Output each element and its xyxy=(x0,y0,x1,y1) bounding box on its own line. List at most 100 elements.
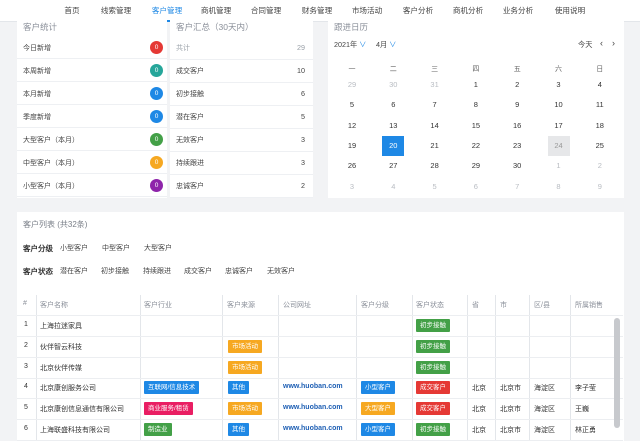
calendar-day[interactable]: 5 xyxy=(332,95,372,115)
column-header[interactable]: # xyxy=(23,300,27,307)
calendar-day[interactable]: 3 xyxy=(539,75,579,95)
calendar-day[interactable]: 18 xyxy=(580,116,620,136)
calendar-day[interactable]: 30 xyxy=(497,156,537,176)
calendar-day[interactable]: 31 xyxy=(415,75,455,95)
column-header[interactable]: 客户状态 xyxy=(416,300,444,310)
calendar-day[interactable]: 4 xyxy=(580,75,620,95)
grade-filter-option[interactable]: 大型客户 xyxy=(144,243,172,253)
status-filter-option[interactable]: 潜在客户 xyxy=(60,266,88,276)
status-filter-option[interactable]: 忠诚客户 xyxy=(225,266,253,276)
summary-row[interactable]: 成交客户 10 xyxy=(170,60,313,83)
column-header[interactable]: 市 xyxy=(500,300,507,310)
calendar-day[interactable]: 25 xyxy=(580,136,620,156)
calendar-day[interactable]: 29 xyxy=(456,156,496,176)
calendar-day[interactable]: 16 xyxy=(497,116,537,136)
calendar-day[interactable]: 12 xyxy=(332,116,372,136)
customer-name[interactable]: 北京康创服务公司 xyxy=(40,383,96,393)
stat-row[interactable]: 本月新增 0 xyxy=(17,83,167,105)
summary-row[interactable]: 无效客户 3 xyxy=(170,129,313,152)
calendar-day[interactable]: 3 xyxy=(332,177,372,197)
column-header[interactable]: 所属销售 xyxy=(575,300,603,310)
calendar-day[interactable]: 7 xyxy=(415,95,455,115)
calendar-day[interactable]: 14 xyxy=(415,116,455,136)
column-header[interactable]: 客户名称 xyxy=(40,300,68,310)
calendar-day[interactable]: 6 xyxy=(456,177,496,197)
calendar-day[interactable]: 21 xyxy=(415,136,455,156)
month-select[interactable]: 4月 ∨ xyxy=(376,40,396,50)
calendar-day[interactable]: 11 xyxy=(580,95,620,115)
calendar-day[interactable]: 13 xyxy=(373,116,413,136)
next-month-icon[interactable]: › xyxy=(612,38,615,48)
customer-name[interactable]: 上海拉迷家具 xyxy=(40,321,82,331)
day-number: 24 xyxy=(547,135,570,156)
year-select[interactable]: 2021年 ∨ xyxy=(334,40,366,50)
company-url-link[interactable]: www.huoban.com xyxy=(283,383,343,390)
column-header[interactable]: 客户行业 xyxy=(144,300,172,310)
company-url-link[interactable]: www.huoban.com xyxy=(283,404,343,411)
stat-label: 小型客户（本月） xyxy=(23,183,79,190)
customer-name[interactable]: 伙伴智云科技 xyxy=(40,342,82,352)
calendar-day[interactable]: 2 xyxy=(497,75,537,95)
prev-month-icon[interactable]: ‹ xyxy=(600,38,603,48)
calendar-day[interactable]: 4 xyxy=(373,177,413,197)
calendar-day[interactable]: 19 xyxy=(332,136,372,156)
summary-row[interactable]: 初步接触 6 xyxy=(170,83,313,106)
calendar-day[interactable]: 9 xyxy=(497,95,537,115)
row-number: 2 xyxy=(24,342,28,349)
status-filter-option[interactable]: 无效客户 xyxy=(267,266,295,276)
calendar-day[interactable]: 6 xyxy=(373,95,413,115)
stat-row[interactable]: 今日新增 0 xyxy=(17,37,167,59)
month-value: 4月 xyxy=(376,40,388,49)
grade-filter-option[interactable]: 小型客户 xyxy=(60,243,88,253)
customer-name[interactable]: 北京康创信息通信有限公司 xyxy=(40,404,124,414)
calendar-day[interactable]: 2 xyxy=(580,156,620,176)
calendar-day[interactable]: 15 xyxy=(456,116,496,136)
calendar-day[interactable]: 30 xyxy=(373,75,413,95)
summary-row[interactable]: 持续跟进 3 xyxy=(170,152,313,175)
column-header[interactable]: 区/县 xyxy=(534,300,550,310)
summary-row[interactable]: 忠诚客户 2 xyxy=(170,175,313,198)
column-header[interactable]: 公司网址 xyxy=(283,300,311,310)
stat-row[interactable]: 季度新增 0 xyxy=(17,106,167,128)
grade-filter-option[interactable]: 中型客户 xyxy=(102,243,130,253)
column-header[interactable]: 客户来源 xyxy=(227,300,255,310)
calendar-day[interactable]: 23 xyxy=(497,136,537,156)
calendar-day[interactable]: 17 xyxy=(539,116,579,136)
stat-row[interactable]: 大型客户（本月） 0 xyxy=(17,129,167,151)
status-filter-option[interactable]: 初步接触 xyxy=(101,266,129,276)
stat-label: 中型客户（本月） xyxy=(23,160,79,167)
calendar-day[interactable]: 24 xyxy=(539,135,579,156)
stat-row[interactable]: 本周新增 0 xyxy=(17,60,167,82)
column-header[interactable]: 客户分级 xyxy=(361,300,389,310)
calendar-day[interactable]: 1 xyxy=(539,156,579,176)
calendar-day[interactable]: 8 xyxy=(456,95,496,115)
column-header[interactable]: 省 xyxy=(472,300,479,310)
calendar-day[interactable]: 26 xyxy=(332,156,372,176)
city: 北京市 xyxy=(500,385,521,392)
calendar-day[interactable]: 7 xyxy=(497,177,537,197)
calendar-day[interactable]: 22 xyxy=(456,136,496,156)
status-filter-option[interactable]: 持续跟进 xyxy=(143,266,171,276)
row-number: 1 xyxy=(24,321,28,328)
calendar-day[interactable]: 10 xyxy=(539,95,579,115)
calendar-day[interactable]: 29 xyxy=(332,75,372,95)
today-button[interactable]: 今天 xyxy=(578,40,592,50)
summary-row[interactable]: 潜在客户 5 xyxy=(170,106,313,129)
calendar-day[interactable]: 8 xyxy=(539,177,579,197)
status-filter-option[interactable]: 成交客户 xyxy=(184,266,212,276)
calendar-day[interactable]: 20 xyxy=(373,135,413,156)
status-tag: 初步接触 xyxy=(416,319,450,332)
summary-row[interactable]: 共计 29 xyxy=(170,37,313,60)
calendar-day[interactable]: 28 xyxy=(415,156,455,176)
customer-name[interactable]: 上海联盛科技有限公司 xyxy=(40,425,110,435)
stat-row[interactable]: 中型客户（本月） 0 xyxy=(17,152,167,174)
table-scrollbar[interactable] xyxy=(614,318,620,428)
stat-row[interactable]: 小型客户（本月） 0 xyxy=(17,175,167,197)
customer-name[interactable]: 北京伙伴传媒 xyxy=(40,363,82,373)
count-badge: 0 xyxy=(150,179,163,192)
calendar-day[interactable]: 9 xyxy=(580,177,620,197)
calendar-day[interactable]: 27 xyxy=(373,156,413,176)
company-url-link[interactable]: www.huoban.com xyxy=(283,425,343,432)
calendar-day[interactable]: 1 xyxy=(456,75,496,95)
calendar-day[interactable]: 5 xyxy=(415,177,455,197)
